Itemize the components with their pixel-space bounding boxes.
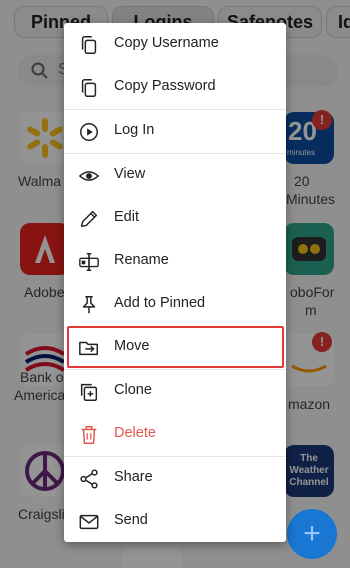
- share-icon: [80, 469, 98, 489]
- play-circle-icon: [80, 123, 98, 141]
- menu-item-add-to-pinned[interactable]: Add to Pinned: [64, 283, 286, 326]
- rename-icon: [79, 253, 99, 271]
- menu-item-label: Log In: [114, 122, 155, 138]
- menu-item-label: Copy Username: [114, 35, 219, 51]
- menu-item-send[interactable]: Send: [64, 500, 286, 543]
- context-menu: Copy Username Copy Password Log In View …: [64, 23, 286, 542]
- menu-item-label: View: [114, 166, 146, 182]
- menu-item-label: Send: [114, 512, 148, 528]
- clone-icon: [80, 383, 98, 401]
- pencil-icon: [80, 210, 98, 228]
- menu-item-label: Rename: [114, 252, 169, 268]
- menu-item-label: Share: [114, 469, 153, 485]
- add-button[interactable]: +: [287, 509, 337, 559]
- envelope-icon: [79, 514, 99, 530]
- menu-item-edit[interactable]: Edit: [64, 197, 286, 240]
- menu-item-label: Delete: [114, 425, 156, 441]
- menu-item-view[interactable]: View: [64, 154, 286, 197]
- trash-icon: [81, 426, 97, 444]
- menu-item-rename[interactable]: Rename: [64, 240, 286, 283]
- menu-item-label: Edit: [114, 209, 139, 225]
- menu-item-copy-password[interactable]: Copy Password: [64, 66, 286, 109]
- copy-icon: [81, 79, 97, 97]
- menu-item-delete[interactable]: Delete: [64, 413, 286, 456]
- menu-item-label: Add to Pinned: [114, 295, 206, 311]
- menu-item-label: Clone: [114, 382, 152, 398]
- move-highlight-box: [67, 326, 284, 368]
- copy-icon: [81, 36, 97, 54]
- menu-item-copy-username[interactable]: Copy Username: [64, 23, 286, 66]
- eye-icon: [78, 171, 100, 181]
- menu-item-log-in[interactable]: Log In: [64, 110, 286, 153]
- menu-item-label: Copy Password: [114, 78, 216, 94]
- menu-item-share[interactable]: Share: [64, 457, 286, 500]
- menu-item-clone[interactable]: Clone: [64, 370, 286, 413]
- pin-icon: [82, 296, 96, 314]
